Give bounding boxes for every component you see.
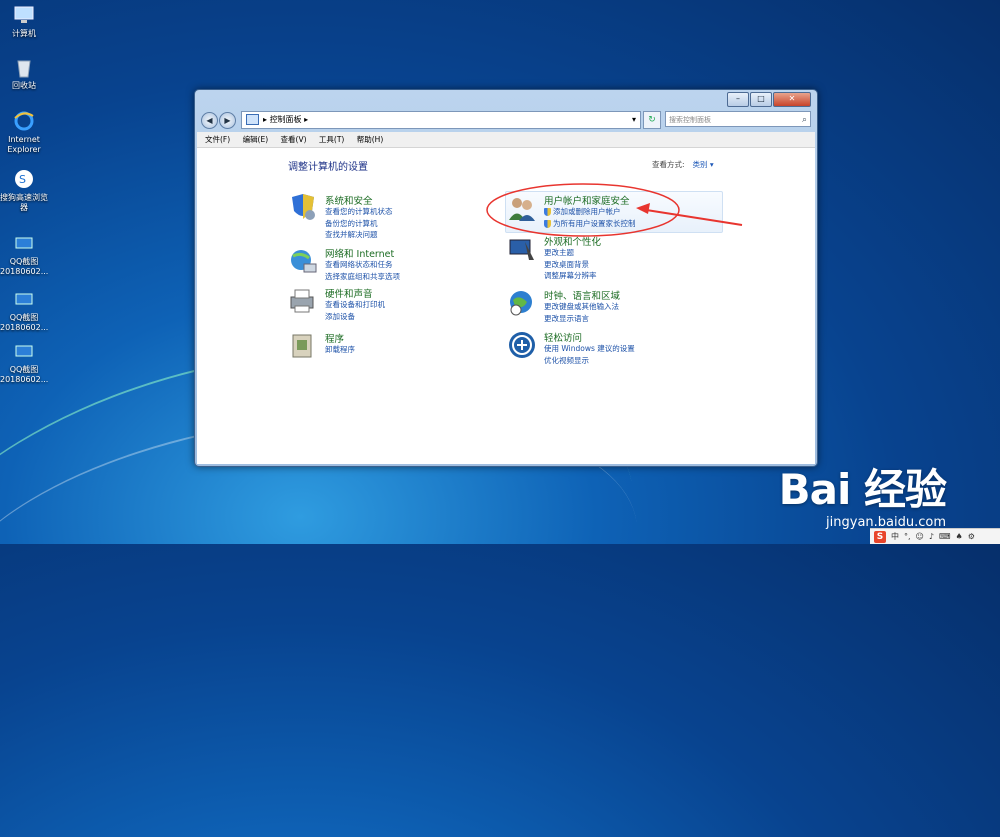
ime-toolbar: S 中 °, ☺ ♪ ⌨ ♠ ⚙ xyxy=(870,528,1000,544)
emoji-icon[interactable]: ☺ xyxy=(916,532,924,541)
skin-icon[interactable]: ♠ xyxy=(956,532,963,541)
settings-icon[interactable]: ⚙ xyxy=(968,532,975,541)
sogou-ime-icon[interactable]: S xyxy=(874,530,886,543)
annotation-arrow-line xyxy=(639,208,743,226)
keyboard-icon[interactable]: ⌨ xyxy=(939,532,951,541)
baidu-logo: Bai 经验 xyxy=(778,465,947,514)
baidu-watermark: Bai 经验 jingyan.baidu.com xyxy=(778,456,947,530)
punctuation-icon[interactable]: °, xyxy=(904,532,911,541)
annotation-arrowhead xyxy=(636,203,650,214)
ime-language-indicator[interactable]: 中 xyxy=(891,531,899,542)
mic-icon[interactable]: ♪ xyxy=(929,532,934,541)
